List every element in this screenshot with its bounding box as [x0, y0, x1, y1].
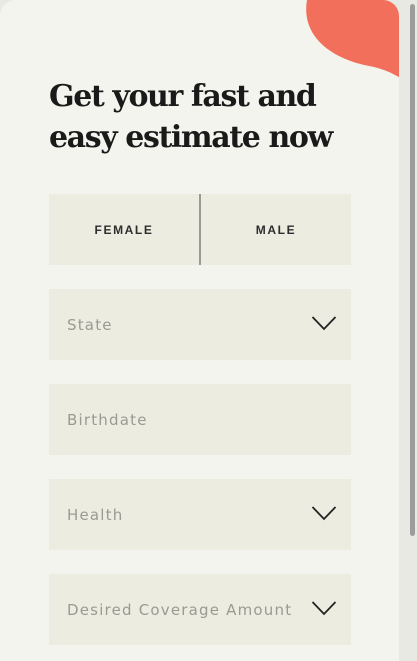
page-title: Get your fast and easy estimate now: [49, 76, 369, 158]
state-placeholder: State: [67, 315, 113, 334]
estimate-card: Get your fast and easy estimate now FEMA…: [0, 0, 399, 661]
coverage-amount-select[interactable]: Desired Coverage Amount: [49, 574, 351, 645]
female-button[interactable]: FEMALE: [49, 194, 199, 265]
health-placeholder: Health: [67, 505, 124, 524]
chevron-down-icon: [311, 506, 337, 521]
female-label: FEMALE: [94, 222, 154, 237]
state-select[interactable]: State: [49, 289, 351, 360]
health-select[interactable]: Health: [49, 479, 351, 550]
scrollbar[interactable]: [410, 4, 415, 536]
birthdate-field[interactable]: Birthdate: [49, 384, 351, 455]
male-button[interactable]: MALE: [201, 194, 351, 265]
title-line-2: easy estimate now: [49, 120, 333, 155]
coverage-placeholder: Desired Coverage Amount: [67, 600, 293, 619]
gender-toggle: FEMALE MALE: [49, 194, 351, 265]
title-line-1: Get your fast and: [49, 79, 317, 114]
chevron-down-icon: [311, 316, 337, 331]
chevron-down-icon: [311, 601, 337, 616]
male-label: MALE: [255, 222, 297, 237]
birthdate-placeholder: Birthdate: [67, 410, 148, 429]
